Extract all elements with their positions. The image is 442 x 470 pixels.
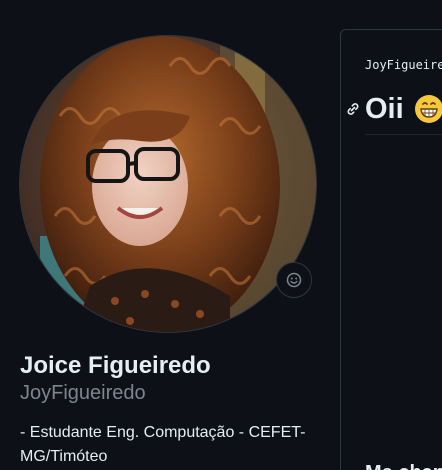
smiley-icon <box>286 272 302 288</box>
readme-paragraph: Me chan <box>365 460 442 470</box>
heading-divider <box>365 134 442 135</box>
profile-username: JoyFigueiredo <box>20 382 146 404</box>
readme-card: JoyFigueiredo Oii <box>340 29 442 470</box>
avatar[interactable] <box>20 36 316 332</box>
readme-path[interactable]: JoyFigueiredo <box>365 57 442 73</box>
profile-full-name: Joice Figueiredo <box>20 352 211 379</box>
set-status-button[interactable] <box>276 262 312 298</box>
readme-heading: Oii <box>345 91 442 127</box>
profile-page: Joice Figueiredo JoyFigueiredo - Estudan… <box>0 0 442 470</box>
readme-heading-text: Oii <box>365 93 404 125</box>
grinning-face-emoji <box>414 94 442 124</box>
link-icon[interactable] <box>345 101 361 117</box>
profile-bio: - Estudante Eng. Computação - CEFET-MG/T… <box>20 424 306 465</box>
avatar-container <box>20 36 316 332</box>
